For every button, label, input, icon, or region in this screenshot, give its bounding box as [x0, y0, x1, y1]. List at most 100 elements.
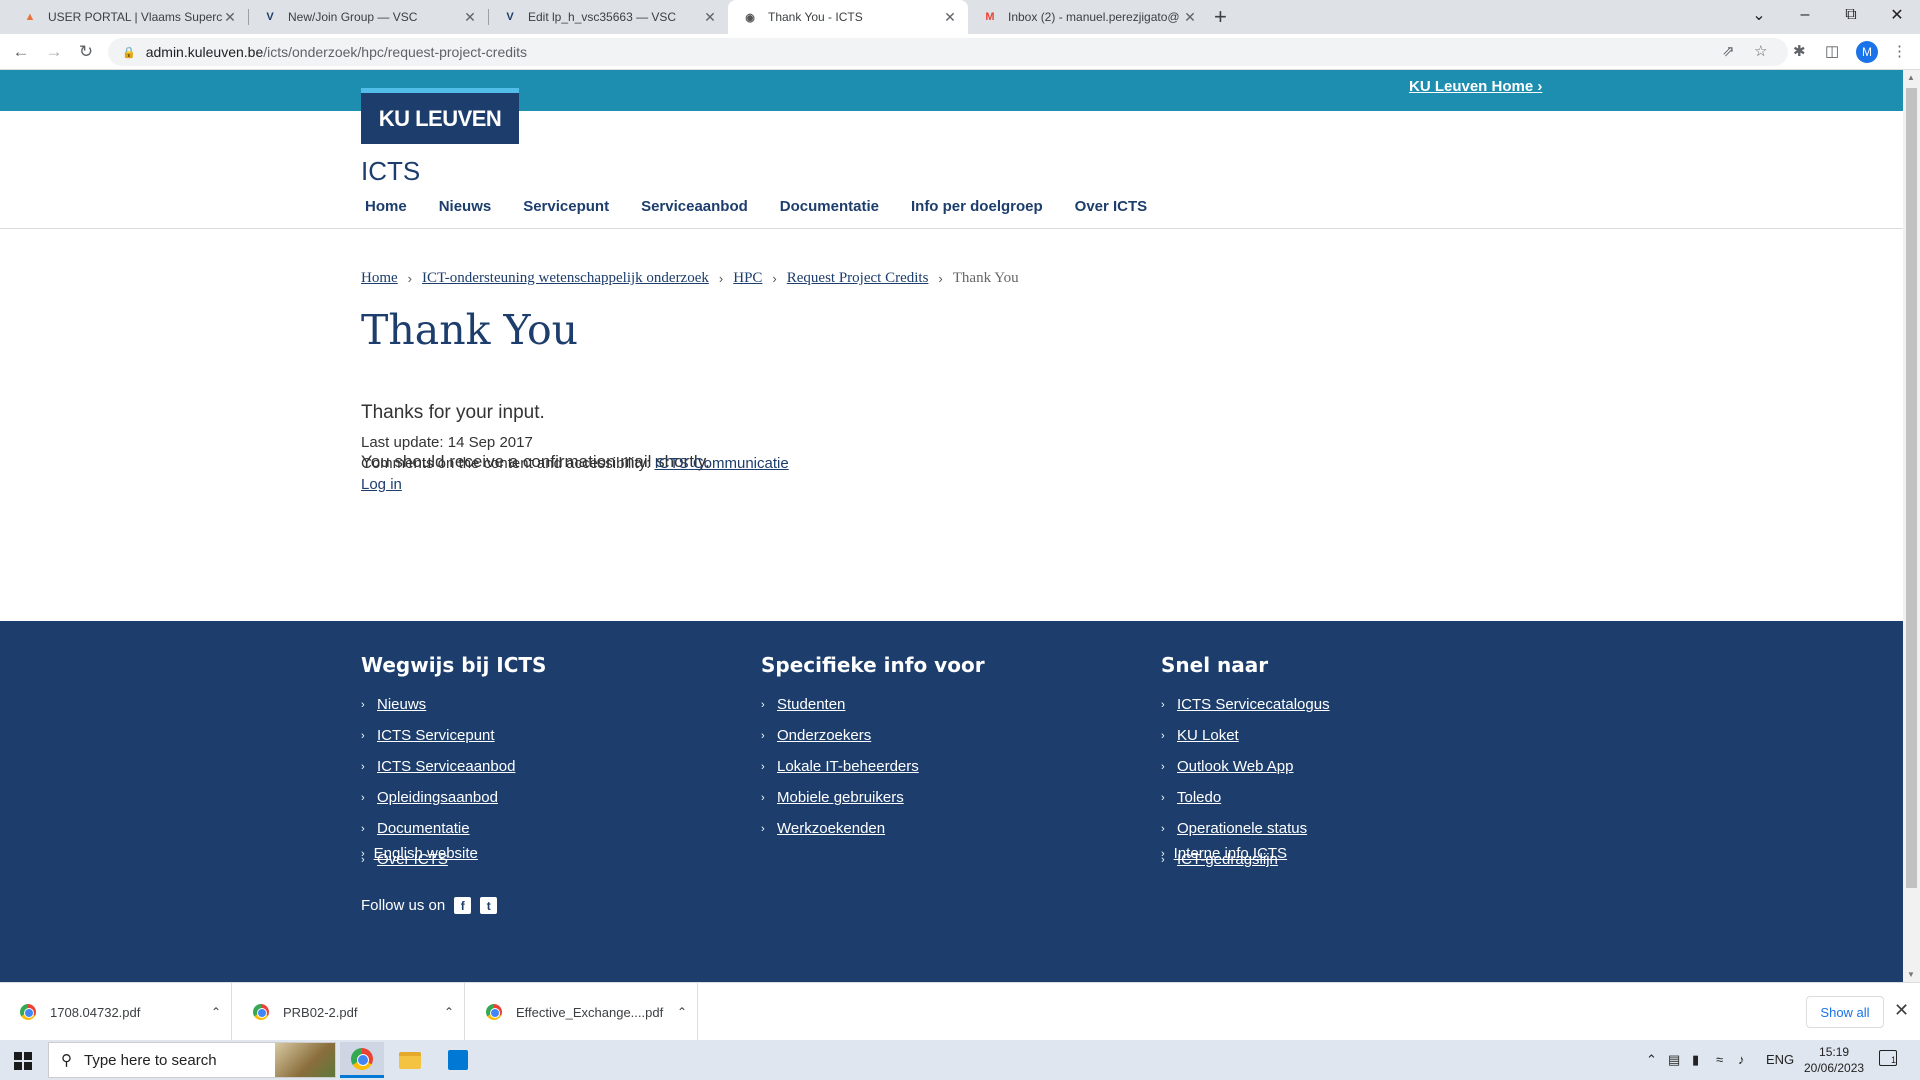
show-all-button[interactable]: Show all: [1806, 996, 1884, 1028]
nav-documentatie[interactable]: Documentatie: [780, 198, 879, 215]
nav-serviceaanbod[interactable]: Serviceaanbod: [641, 198, 748, 215]
folder-icon: [399, 1051, 421, 1069]
download-item[interactable]: PRB02-2.pdf ⌃: [233, 983, 465, 1041]
footer-link-toledo[interactable]: Toledo: [1177, 789, 1221, 806]
nav-over-icts[interactable]: Over ICTS: [1075, 198, 1148, 215]
volume-icon[interactable]: ♪: [1738, 1052, 1745, 1067]
nav-info-per-doelgroep[interactable]: Info per doelgroep: [911, 198, 1043, 215]
chevron-right-icon: ›: [407, 271, 413, 286]
menu-kebab-icon[interactable]: ⋮: [1892, 42, 1907, 60]
language-indicator[interactable]: ENG: [1766, 1052, 1794, 1067]
footer-link-documentatie[interactable]: Documentatie: [377, 820, 470, 837]
site-name[interactable]: ICTS: [361, 156, 420, 187]
ku-leuven-logo[interactable]: KU LEUVEN: [361, 88, 519, 144]
twitter-icon[interactable]: t: [480, 897, 498, 914]
tab-user-portal[interactable]: ▲ USER PORTAL | Vlaams Supercom ✕: [8, 0, 248, 34]
taskbar-store[interactable]: [436, 1042, 480, 1078]
tab-edit-vsc[interactable]: V Edit lp_h_vsc35663 — VSC ✕: [488, 0, 728, 34]
close-tab-icon[interactable]: ✕: [702, 9, 718, 26]
breadcrumb: Home › ICT-ondersteuning wetenschappelij…: [361, 270, 1019, 287]
footer-link-outlook[interactable]: Outlook Web App: [1177, 758, 1293, 775]
login-link[interactable]: Log in: [361, 476, 402, 493]
nav-home[interactable]: Home: [365, 198, 407, 215]
breadcrumb-hpc[interactable]: HPC: [733, 270, 762, 287]
taskbar-file-explorer[interactable]: [388, 1042, 432, 1078]
reload-icon[interactable]: ↻: [74, 40, 98, 64]
footer-link-serviceaanbod[interactable]: ICTS Serviceaanbod: [377, 758, 515, 775]
chevron-right-icon: ›: [772, 271, 777, 286]
taskbar-search[interactable]: ⚲ Type here to search: [48, 1042, 336, 1078]
ku-leuven-home-label: KU Leuven Home: [1409, 78, 1534, 95]
tray-chevron-up-icon[interactable]: ⌃: [1646, 1052, 1657, 1068]
close-tab-icon[interactable]: ✕: [462, 9, 478, 26]
ku-leuven-home-link[interactable]: KU Leuven Home ›: [1409, 78, 1542, 95]
footer-link-mobiele[interactable]: Mobiele gebruikers: [777, 789, 904, 806]
meet-icon[interactable]: ▤: [1668, 1052, 1680, 1068]
footer-link-onderzoekers[interactable]: Onderzoekers: [777, 727, 871, 744]
scrollbar-thumb[interactable]: [1906, 88, 1917, 888]
close-downloads-icon[interactable]: ✕: [1894, 1000, 1909, 1021]
new-tab-icon[interactable]: +: [1214, 4, 1227, 30]
notification-icon[interactable]: 1: [1879, 1050, 1897, 1066]
download-filename: Effective_Exchange....pdf: [516, 1004, 664, 1020]
close-tab-icon[interactable]: ✕: [222, 9, 238, 26]
chevron-up-icon[interactable]: ⌃: [201, 1005, 231, 1019]
breadcrumb-home[interactable]: Home: [361, 270, 398, 287]
chevron-right-icon: ›: [718, 271, 724, 286]
back-icon[interactable]: ←: [9, 40, 33, 64]
nav-nieuws[interactable]: Nieuws: [439, 198, 492, 215]
footer-link-lokale-it[interactable]: Lokale IT-beheerders: [777, 758, 919, 775]
close-tab-icon[interactable]: ✕: [1182, 9, 1198, 26]
forward-icon[interactable]: →: [42, 40, 66, 64]
scroll-down-icon[interactable]: ▼: [1907, 970, 1915, 979]
taskbar-chrome[interactable]: [340, 1042, 384, 1078]
clock[interactable]: 15:19 20/06/2023: [1804, 1044, 1864, 1076]
footer-link-werkzoekenden[interactable]: Werkzoekenden: [777, 820, 885, 837]
wifi-icon[interactable]: ≈: [1716, 1052, 1723, 1067]
icts-communicatie-link[interactable]: ICTS Communicatie: [655, 455, 789, 472]
browser-toolbar: ← → ↻ 🔒 admin.kuleuven.be/icts/onderzoek…: [0, 34, 1920, 70]
tab-thank-you[interactable]: ◉ Thank You - ICTS ✕: [728, 0, 968, 34]
footer-link-item: › Outlook Web App: [1161, 751, 1330, 782]
scroll-up-icon[interactable]: ▲: [1907, 73, 1915, 82]
side-panel-icon[interactable]: ◫: [1825, 42, 1839, 60]
windows-start-icon[interactable]: [14, 1052, 32, 1070]
search-placeholder: Type here to search: [84, 1051, 217, 1069]
download-item[interactable]: 1708.04732.pdf ⌃: [0, 983, 232, 1041]
footer-link-item: › Documentatie: [361, 813, 546, 844]
close-tab-icon[interactable]: ✕: [942, 9, 958, 26]
footer-link-nieuws[interactable]: Nieuws: [377, 696, 426, 713]
facebook-icon[interactable]: f: [454, 897, 472, 914]
page-scrollbar[interactable]: ▲ ▼: [1903, 70, 1920, 982]
tab-new-join-group[interactable]: V New/Join Group — VSC ✕: [248, 0, 488, 34]
chevron-right-icon: ›: [1161, 729, 1165, 742]
chevron-up-icon[interactable]: ⌃: [667, 1005, 697, 1019]
english-website-link[interactable]: English website: [374, 845, 478, 862]
bookmark-star-icon[interactable]: ☆: [1754, 42, 1767, 60]
extensions-icon[interactable]: ✱: [1793, 42, 1806, 60]
battery-icon[interactable]: ▮: [1692, 1052, 1699, 1068]
nav-servicepunt[interactable]: Servicepunt: [523, 198, 609, 215]
minimize-icon[interactable]: –: [1782, 0, 1828, 30]
restore-icon[interactable]: ⧉: [1828, 0, 1874, 30]
share-icon[interactable]: ⇗: [1722, 42, 1735, 60]
footer-link-servicepunt[interactable]: ICTS Servicepunt: [377, 727, 495, 744]
tab-inbox[interactable]: M Inbox (2) - manuel.perezjigato@ ✕: [968, 0, 1208, 34]
footer-link-studenten[interactable]: Studenten: [777, 696, 845, 713]
download-item[interactable]: Effective_Exchange....pdf ⌃: [466, 983, 698, 1041]
breadcrumb-ict-onderzoek[interactable]: ICT-ondersteuning wetenschappelijk onder…: [422, 270, 709, 287]
close-window-icon[interactable]: ✕: [1874, 0, 1920, 30]
interne-info-link[interactable]: Interne info ICTS: [1174, 845, 1287, 862]
footer-link-ku-loket[interactable]: KU Loket: [1177, 727, 1239, 744]
address-bar[interactable]: 🔒 admin.kuleuven.be/icts/onderzoek/hpc/r…: [108, 38, 1788, 66]
footer-link-servicecatalogus[interactable]: ICTS Servicecatalogus: [1177, 696, 1330, 713]
chevron-up-icon[interactable]: ⌃: [434, 1005, 464, 1019]
tab-search-chevron-icon[interactable]: ⌄: [1736, 0, 1782, 30]
vsc-icon: V: [506, 11, 514, 23]
footer-link-operationele-status[interactable]: Operationele status: [1177, 820, 1307, 837]
breadcrumb-request-project-credits[interactable]: Request Project Credits: [787, 270, 929, 287]
footer-link-opleidingsaanbod[interactable]: Opleidingsaanbod: [377, 789, 498, 806]
profile-avatar[interactable]: M: [1856, 41, 1878, 63]
chevron-right-icon: ›: [761, 822, 765, 835]
search-highlight-image: [275, 1043, 335, 1077]
